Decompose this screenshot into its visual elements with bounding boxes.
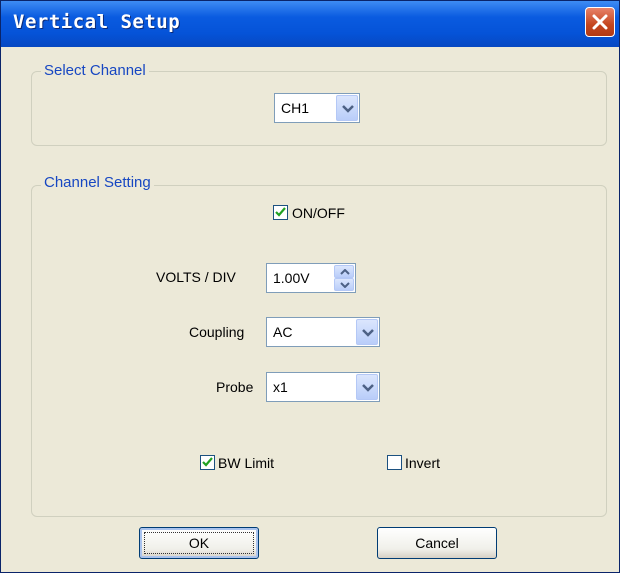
dialog-body: Select Channel CH1 Channel Setting ON/OF… bbox=[1, 47, 619, 572]
on-off-label: ON/OFF bbox=[292, 205, 345, 221]
cancel-button[interactable]: Cancel bbox=[377, 527, 497, 559]
spin-down-button[interactable] bbox=[334, 278, 354, 291]
chevron-down-icon bbox=[362, 329, 374, 337]
chevron-down-icon bbox=[342, 105, 354, 113]
volts-div-label: VOLTS / DIV bbox=[156, 269, 236, 285]
check-icon bbox=[275, 207, 286, 217]
coupling-dropdown-button[interactable] bbox=[356, 319, 378, 345]
volts-div-input[interactable]: 1.00V bbox=[266, 263, 356, 293]
coupling-select[interactable]: AC bbox=[266, 317, 380, 347]
focus-rect bbox=[144, 532, 254, 554]
probe-label: Probe bbox=[216, 379, 254, 395]
on-off-checkbox[interactable] bbox=[273, 205, 288, 220]
select-channel-legend: Select Channel bbox=[41, 62, 149, 79]
chevron-down-icon bbox=[362, 384, 374, 392]
volts-div-value: 1.00V bbox=[273, 270, 310, 286]
chevron-down-icon bbox=[340, 282, 350, 288]
invert-label: Invert bbox=[405, 455, 441, 471]
ok-button[interactable]: OK bbox=[139, 527, 259, 559]
vertical-setup-dialog: Vertical Setup Select Channel CH1 Channe… bbox=[0, 0, 620, 573]
window-title: Vertical Setup bbox=[13, 11, 181, 33]
check-icon bbox=[202, 457, 213, 467]
volts-div-spinner[interactable] bbox=[334, 265, 354, 291]
bw-limit-label: BW Limit bbox=[218, 455, 274, 471]
channel-setting-group bbox=[31, 185, 607, 517]
close-icon bbox=[592, 14, 608, 30]
title-bar[interactable]: Vertical Setup bbox=[1, 1, 619, 47]
chevron-up-icon bbox=[340, 269, 350, 275]
spin-up-button[interactable] bbox=[334, 265, 354, 278]
probe-value: x1 bbox=[273, 379, 288, 395]
cancel-button-label: Cancel bbox=[415, 535, 459, 551]
bw-limit-checkbox[interactable] bbox=[200, 455, 215, 470]
probe-select[interactable]: x1 bbox=[266, 372, 380, 402]
invert-checkbox[interactable] bbox=[387, 455, 402, 470]
channel-select[interactable]: CH1 bbox=[274, 93, 360, 123]
channel-dropdown-button[interactable] bbox=[336, 95, 358, 121]
channel-select-value: CH1 bbox=[281, 100, 310, 116]
channel-setting-legend: Channel Setting bbox=[41, 174, 154, 191]
coupling-value: AC bbox=[273, 324, 293, 340]
close-button[interactable] bbox=[585, 7, 615, 37]
probe-dropdown-button[interactable] bbox=[356, 374, 378, 400]
coupling-label: Coupling bbox=[189, 324, 245, 340]
